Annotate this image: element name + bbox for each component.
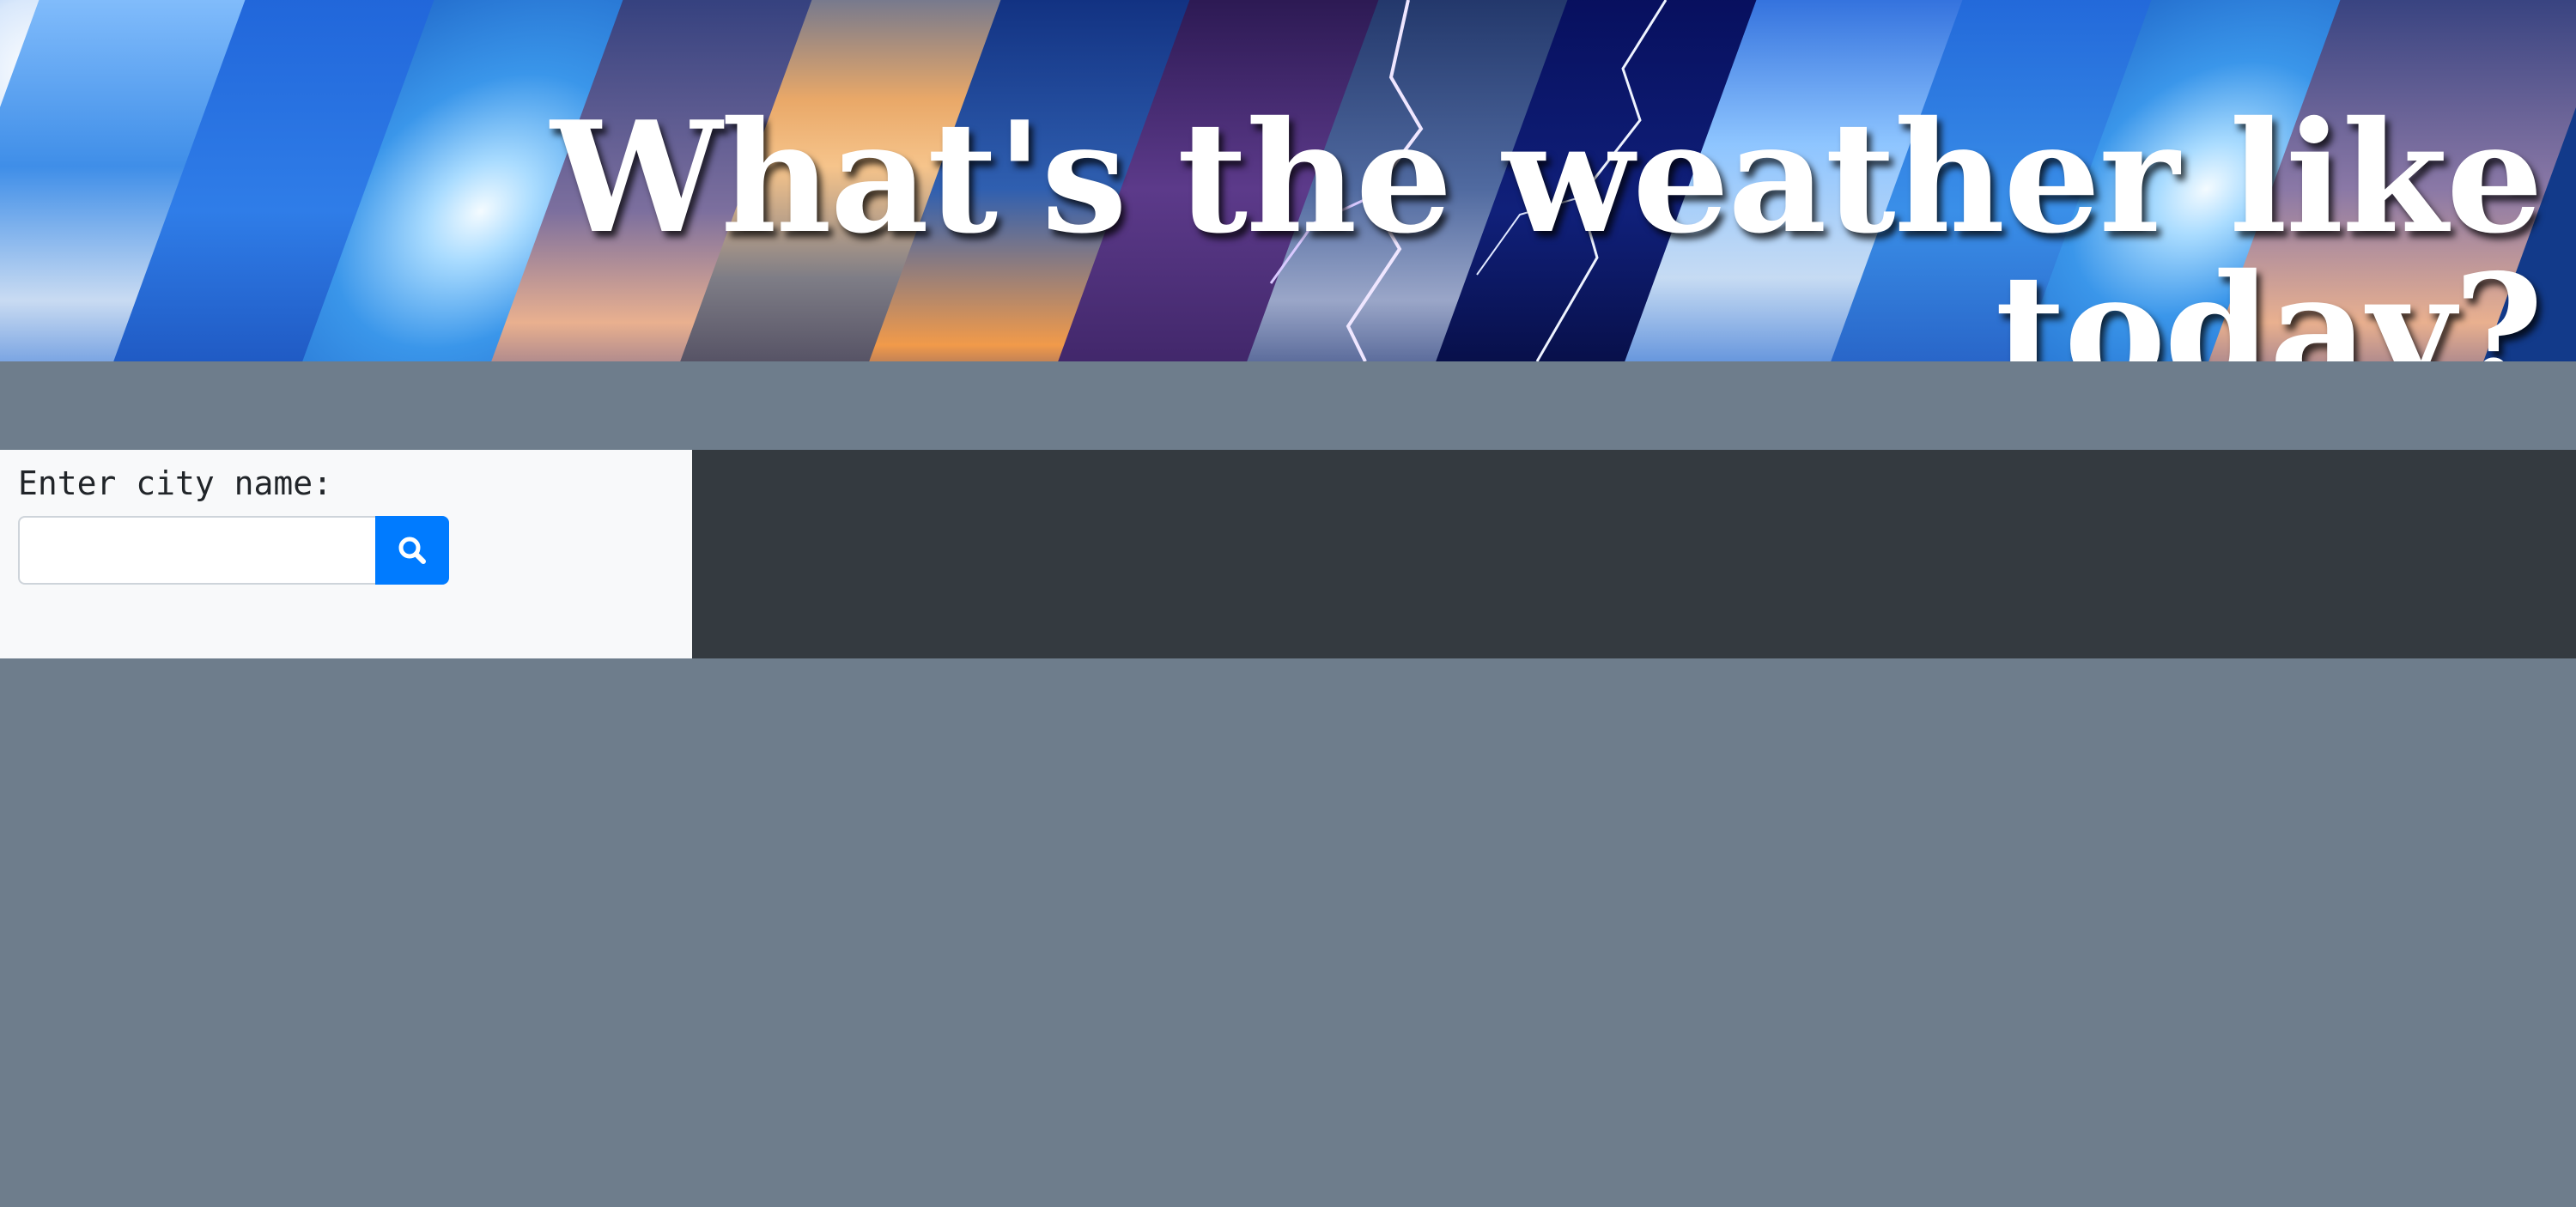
- city-name-label: Enter city name:: [18, 464, 333, 502]
- weather-banner: What's the weather like today?: [0, 0, 2576, 361]
- search-button[interactable]: [375, 516, 449, 585]
- search-icon: [398, 537, 426, 564]
- weather-result-panel: [692, 450, 2576, 658]
- city-search-input[interactable]: [18, 516, 376, 585]
- page-title: What's the weather like today?: [550, 88, 2543, 362]
